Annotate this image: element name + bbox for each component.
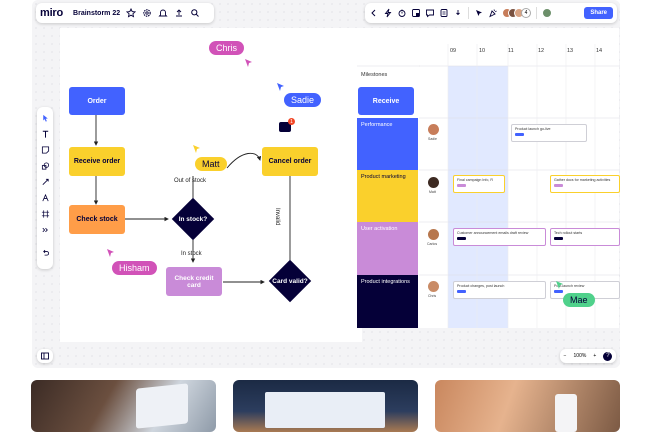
timeline-card[interactable]: Customer announcement emails draft revie… xyxy=(453,228,546,246)
card-text: Gather docs for marketing activities xyxy=(554,178,611,182)
timeline-column-09: 09 xyxy=(450,48,457,54)
timeline-card[interactable]: Tech rollout starts xyxy=(550,228,620,246)
lane-product-marketing[interactable]: Product marketing xyxy=(357,170,418,222)
monitor-image xyxy=(265,392,385,428)
timeline-column-13: 13 xyxy=(567,48,574,54)
timeline-column-12: 12 xyxy=(538,48,545,54)
card-tag xyxy=(457,237,466,240)
lane-performance[interactable]: Performance xyxy=(357,118,418,170)
card-tag xyxy=(554,237,563,240)
card-tag xyxy=(457,290,466,293)
receive-milestone[interactable]: Receive xyxy=(358,87,414,115)
card-text: Customer announcement emails draft revie… xyxy=(457,231,529,235)
avatar xyxy=(428,177,439,188)
card-text: Product changes, post launch xyxy=(457,284,505,288)
lane-user-activation[interactable]: User activation xyxy=(357,222,418,275)
lane-owner-name: Chris xyxy=(428,294,437,298)
milestones-label: Milestones xyxy=(361,72,388,78)
zoom-controls: − 100% + ? xyxy=(560,349,616,363)
zoom-out-button[interactable]: − xyxy=(564,353,567,359)
lane-owner-name: Matt xyxy=(429,190,436,194)
card-tag xyxy=(457,184,466,187)
avatar xyxy=(428,281,439,292)
card-text: Final campaign Info, R xyxy=(457,178,493,182)
zoom-level[interactable]: 100% xyxy=(574,353,587,359)
card-tag xyxy=(515,133,524,136)
timeline-column-11: 11 xyxy=(508,48,514,54)
card-text: Tech rollout starts xyxy=(554,231,583,235)
help-button[interactable]: ? xyxy=(603,351,613,361)
timeline-card[interactable]: Gather docs for marketing activities xyxy=(550,175,620,193)
photo-thumbnail xyxy=(31,380,216,432)
card-text: Product launch go-live xyxy=(515,127,551,131)
avatar xyxy=(428,124,439,135)
card-tag xyxy=(554,184,563,187)
lane-owner-name: Sadie xyxy=(428,137,437,141)
timeline-card[interactable]: Final campaign Info, R xyxy=(453,175,505,193)
tablet-image xyxy=(136,383,188,429)
photo-thumbnail xyxy=(435,380,620,432)
lane-owner-name: Carlos xyxy=(427,242,438,246)
miro-app-window: miro Brainstorm 22 4 Share Order Receive… xyxy=(32,0,620,368)
avatar xyxy=(428,229,439,240)
card-tag xyxy=(554,290,563,293)
phone-image xyxy=(555,394,577,432)
timeline-card[interactable]: Product launch go-live xyxy=(511,124,587,142)
timeline-column-14: 14 xyxy=(596,48,603,54)
sidebar-panel-icon[interactable] xyxy=(40,351,50,361)
lane-product-integrations[interactable]: Product integrations xyxy=(357,275,418,328)
timeline-card[interactable]: Product changes, post launch xyxy=(453,281,546,299)
photo-thumbnail xyxy=(233,380,418,432)
board-panel-toggle[interactable] xyxy=(37,349,53,363)
cursor-label-mae: Mae xyxy=(563,293,595,307)
zoom-in-button[interactable]: + xyxy=(593,353,596,359)
roadmap-grid xyxy=(357,44,620,328)
cursor-pointer-icon xyxy=(556,281,563,289)
timeline-column-10: 10 xyxy=(479,48,486,54)
